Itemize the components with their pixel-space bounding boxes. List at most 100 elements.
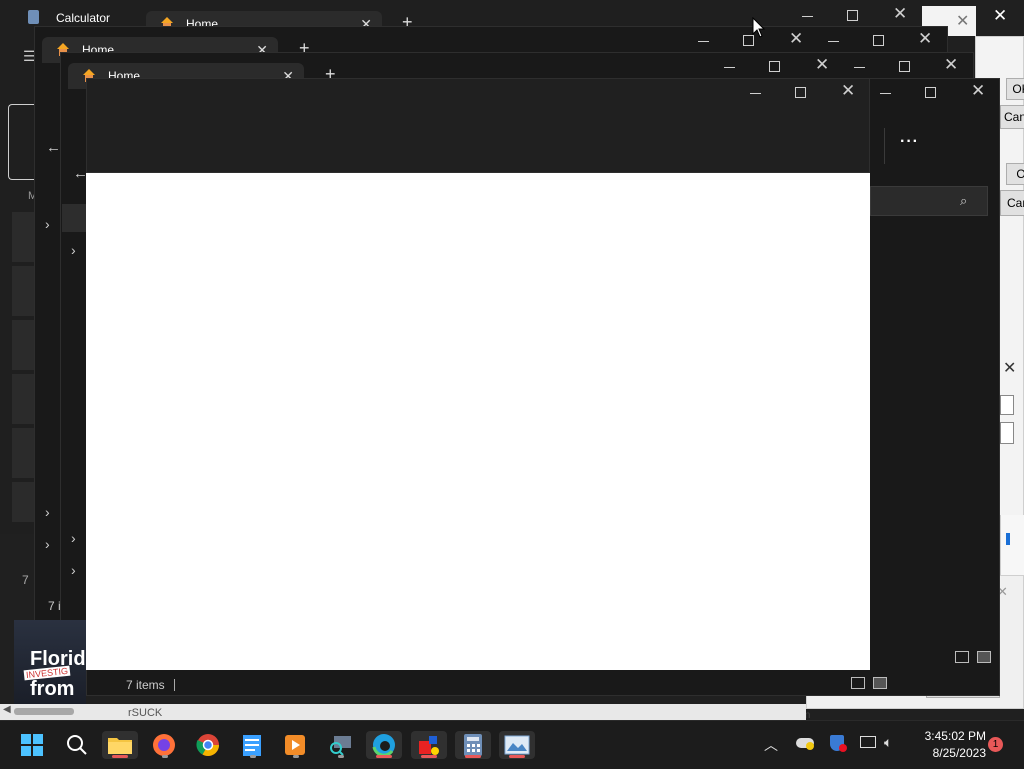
- notification-badge[interactable]: 1: [988, 737, 1003, 752]
- back-arrow-icon[interactable]: ←: [46, 139, 61, 156]
- calculator-key[interactable]: [12, 428, 36, 478]
- dialog-ok-small-button[interactable]: OK: [1006, 78, 1024, 100]
- details-view-icon[interactable]: [955, 651, 969, 663]
- running-indicator: [376, 755, 392, 758]
- chevron-right-icon[interactable]: ›: [71, 242, 76, 258]
- chevron-right-icon[interactable]: ›: [71, 530, 76, 546]
- clock-time[interactable]: 3:45:02 PM: [910, 729, 986, 743]
- photo-viewer-icon: [504, 735, 530, 755]
- maximize-icon[interactable]: [795, 87, 806, 98]
- see-more-icon[interactable]: ···: [900, 133, 919, 151]
- security-alert-badge: [839, 744, 847, 752]
- scroll-left-icon[interactable]: ◀: [3, 704, 11, 715]
- close-icon[interactable]: ✕: [789, 30, 803, 47]
- running-indicator: [421, 755, 437, 758]
- clock-date[interactable]: 8/25/2023: [910, 746, 986, 760]
- windows-logo-icon: [21, 734, 43, 756]
- chevron-right-icon[interactable]: ›: [71, 562, 76, 578]
- search-button[interactable]: [63, 731, 91, 759]
- scrollbar[interactable]: [14, 708, 74, 715]
- taskbar-remote-desktop[interactable]: [326, 731, 354, 759]
- dialog-field[interactable]: [1000, 395, 1014, 415]
- status-items-count: 7 i: [48, 599, 61, 613]
- dialog-close-icon[interactable]: ✕: [1003, 358, 1016, 378]
- calculator-key[interactable]: [12, 266, 36, 316]
- running-indicator: [162, 755, 168, 758]
- dialog-cancel-button-2[interactable]: Can: [1000, 190, 1024, 216]
- dialog-field-2[interactable]: [1000, 422, 1014, 444]
- running-indicator: [465, 755, 481, 758]
- tiles-view-icon[interactable]: [977, 651, 991, 663]
- backdrop-close-icon[interactable]: ✕: [956, 11, 969, 31]
- maximize-icon[interactable]: [847, 10, 858, 21]
- search-icon: [67, 735, 87, 755]
- taskbar-chrome[interactable]: [194, 731, 222, 759]
- taskbar-app-shapes[interactable]: [411, 731, 447, 759]
- taskbar-media-player[interactable]: [281, 731, 309, 759]
- chevron-right-icon[interactable]: ›: [45, 216, 50, 232]
- blank-window-content: [86, 173, 870, 670]
- close-icon[interactable]: ✕: [944, 56, 958, 73]
- minimize-icon[interactable]: [880, 93, 891, 94]
- minimize-icon[interactable]: [854, 67, 865, 68]
- taskbar-file-explorer[interactable]: [102, 731, 138, 759]
- start-button[interactable]: [18, 731, 46, 759]
- taskbar-notepad[interactable]: [238, 731, 266, 759]
- dialog-selection-mark: [1006, 533, 1010, 545]
- show-hidden-icons[interactable]: ︿: [764, 735, 778, 755]
- close-icon[interactable]: ✕: [841, 82, 855, 99]
- maximize-icon[interactable]: [873, 35, 884, 46]
- news-widget[interactable]: INVESTIG Florid from 20: [14, 620, 86, 706]
- tiles-view-icon[interactable]: [873, 677, 887, 689]
- close-icon[interactable]: ✕: [815, 56, 829, 73]
- close-icon[interactable]: ✕: [971, 82, 985, 99]
- dialog-panel: [1000, 515, 1024, 575]
- nav-selected-row[interactable]: [62, 204, 86, 232]
- chrome-icon: [196, 734, 219, 756]
- minimize-icon[interactable]: [828, 41, 839, 42]
- close-icon[interactable]: ✕: [893, 5, 907, 22]
- status-items-count: 7 items: [126, 678, 165, 692]
- edge-icon: [372, 734, 395, 757]
- running-indicator: [509, 755, 525, 758]
- calculator-status-count: 7: [22, 573, 29, 587]
- dialog-cancel-button[interactable]: Canc: [1000, 105, 1024, 129]
- calculator-key[interactable]: [12, 320, 36, 370]
- background-app-strip: [0, 704, 806, 720]
- search-input[interactable]: [870, 186, 988, 216]
- details-view-icon[interactable]: [851, 677, 865, 689]
- maximize-icon[interactable]: [899, 61, 910, 72]
- taskbar-photo-viewer[interactable]: [499, 731, 535, 759]
- running-indicator: [250, 755, 256, 758]
- calculator-key[interactable]: [12, 374, 36, 424]
- calculator-key[interactable]: [12, 212, 36, 262]
- taskbar-calculator[interactable]: [455, 731, 491, 759]
- search-icon[interactable]: ⌕: [960, 193, 967, 209]
- minimize-icon[interactable]: [724, 67, 735, 68]
- maximize-icon[interactable]: [925, 87, 936, 98]
- firefox-icon: [153, 734, 175, 756]
- chevron-right-icon[interactable]: ›: [45, 536, 50, 552]
- news-headline-2: from 20: [30, 678, 75, 706]
- chevron-right-icon[interactable]: ›: [45, 504, 50, 520]
- calculator-key[interactable]: [12, 482, 36, 522]
- network-icon[interactable]: [860, 736, 876, 748]
- taskbar-firefox[interactable]: [150, 731, 178, 759]
- running-indicator: [338, 755, 344, 758]
- shapes-app-icon: [419, 736, 439, 755]
- minimize-icon[interactable]: [802, 16, 813, 17]
- dialog-o-button[interactable]: O: [1006, 163, 1024, 185]
- minimize-icon[interactable]: [750, 93, 761, 94]
- minimize-icon[interactable]: [698, 41, 709, 42]
- onedrive-warning-badge: [806, 742, 814, 750]
- running-indicator: [293, 755, 299, 758]
- maximize-icon[interactable]: [769, 61, 780, 72]
- volume-icon[interactable]: 🔈︎: [884, 734, 892, 751]
- calculator-title: Calculator: [56, 11, 111, 25]
- top-right-close-icon[interactable]: ✕: [993, 6, 1007, 26]
- background-file-label: rSUCK: [128, 707, 163, 719]
- taskbar-edge[interactable]: [366, 731, 402, 759]
- folder-icon: [108, 738, 132, 754]
- running-indicator: [112, 755, 128, 758]
- close-icon[interactable]: ✕: [918, 30, 932, 47]
